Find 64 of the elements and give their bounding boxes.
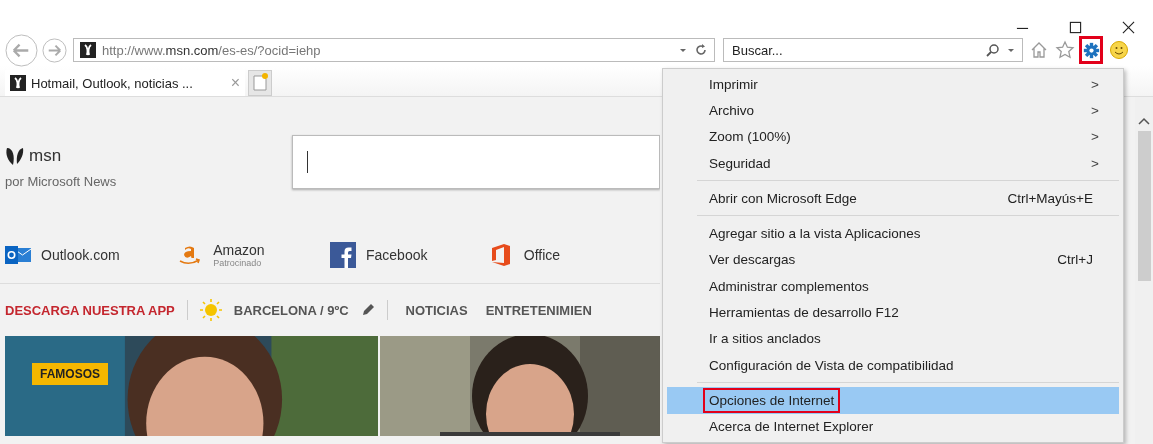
shortcut-text: Ctrl+Mayús+E: [1007, 190, 1093, 206]
nav-link[interactable]: ENTRETENIMIEN: [485, 302, 592, 318]
link-label[interactable]: Office: [523, 247, 561, 263]
menu-item-label: Agregar sitio a la vista Aplicaciones: [708, 225, 922, 244]
settings-button[interactable]: [1079, 36, 1103, 64]
submenu-arrow: >: [1091, 129, 1099, 145]
sponsored-label: Patrocinado: [213, 258, 263, 268]
menu-item-label: Abrir con Microsoft Edge: [708, 189, 858, 208]
weather-text[interactable]: BARCELONA / 9ºC: [233, 302, 349, 318]
menu-item[interactable]: Seguridad >: [667, 149, 1119, 177]
nav-link[interactable]: NOTICIAS: [405, 302, 468, 318]
menu-item-label: Administrar complementos: [708, 277, 870, 296]
smiley-icon[interactable]: [1109, 40, 1129, 60]
menu-item[interactable]: Abrir con Microsoft Edge Ctrl+Mayús+E: [667, 185, 1119, 212]
menu-item-label: Herramientas de desarrollo F12: [708, 304, 900, 322]
shortcut-text: Ctrl+J: [1057, 252, 1093, 268]
tagline: por Microsoft News: [5, 174, 118, 189]
tab-title: Hotmail, Outlook, noticias ...: [31, 75, 194, 91]
pencil-icon[interactable]: [360, 303, 375, 317]
maximize-icon[interactable]: [1069, 21, 1082, 34]
category-badge[interactable]: FAMOSOS: [32, 363, 108, 385]
facebook-icon[interactable]: [329, 242, 356, 268]
menu-item-label: Seguridad: [708, 154, 772, 173]
menu-item-label: Configuración de Vista de compatibilidad: [708, 356, 955, 375]
home-icon[interactable]: [1029, 40, 1049, 60]
close-icon[interactable]: [1122, 21, 1135, 34]
menu-item[interactable]: Ir a sitios anclados: [667, 325, 1119, 352]
msn-logo-text: msn: [29, 146, 62, 166]
submenu-arrow: >: [1091, 102, 1099, 118]
menu-item-label: Opciones de Internet: [703, 387, 841, 413]
link-label[interactable]: Facebook: [365, 247, 428, 263]
menu-item[interactable]: Ver descargas Ctrl+J: [667, 246, 1119, 274]
submenu-arrow: >: [1091, 155, 1099, 171]
address-bar[interactable]: http://www.msn.com/es-es/?ocid=iehp: [73, 38, 715, 62]
menu-item-label: Ir a sitios anclados: [708, 330, 822, 349]
sun-icon: [199, 299, 222, 321]
menu-item[interactable]: Imprimir >: [667, 71, 1119, 98]
menu-item-label: Zoom (100%): [708, 128, 792, 147]
menu-item[interactable]: Zoom (100%) >: [667, 123, 1119, 150]
settings-icon[interactable]: [1082, 41, 1100, 59]
menu-item[interactable]: Herramientas de desarrollo F12: [667, 299, 1119, 326]
menu-item-label: Ver descargas: [708, 251, 797, 270]
download-app-link[interactable]: DESCARGA NUESTRA APP: [5, 302, 175, 318]
search-input[interactable]: Buscar...: [730, 41, 980, 59]
menu-item[interactable]: Archivo >: [667, 97, 1119, 124]
menu-item[interactable]: Configuración de Vista de compatibilidad: [667, 351, 1119, 379]
submenu-arrow: >: [1091, 76, 1099, 92]
link-label[interactable]: Outlook.com: [41, 247, 120, 263]
scrollbar-thumb[interactable]: [1137, 131, 1151, 281]
star-icon[interactable]: [1055, 40, 1075, 60]
menu-item[interactable]: Agregar sitio a la vista Aplicaciones: [667, 220, 1119, 247]
menu-item-label: Imprimir: [708, 75, 759, 94]
menu-item[interactable]: Opciones de Internet: [667, 387, 1119, 414]
link-label[interactable]: Amazon: [213, 242, 265, 258]
url-text: http://www.msn.com/es-es/?ocid=iehp: [102, 42, 322, 58]
menu-item-label: Acerca de Internet Explorer: [708, 418, 875, 437]
refresh-icon[interactable]: [694, 43, 708, 57]
search-field[interactable]: [291, 135, 660, 189]
menu-item[interactable]: Acerca de Internet Explorer: [667, 413, 1119, 440]
menu-item-label: Archivo: [708, 101, 755, 120]
scroll-up-icon[interactable]: [1138, 117, 1150, 125]
menu-item[interactable]: Administrar complementos: [667, 273, 1119, 300]
search-icon[interactable]: [986, 43, 1000, 57]
search-bar[interactable]: Buscar...: [723, 38, 1023, 62]
